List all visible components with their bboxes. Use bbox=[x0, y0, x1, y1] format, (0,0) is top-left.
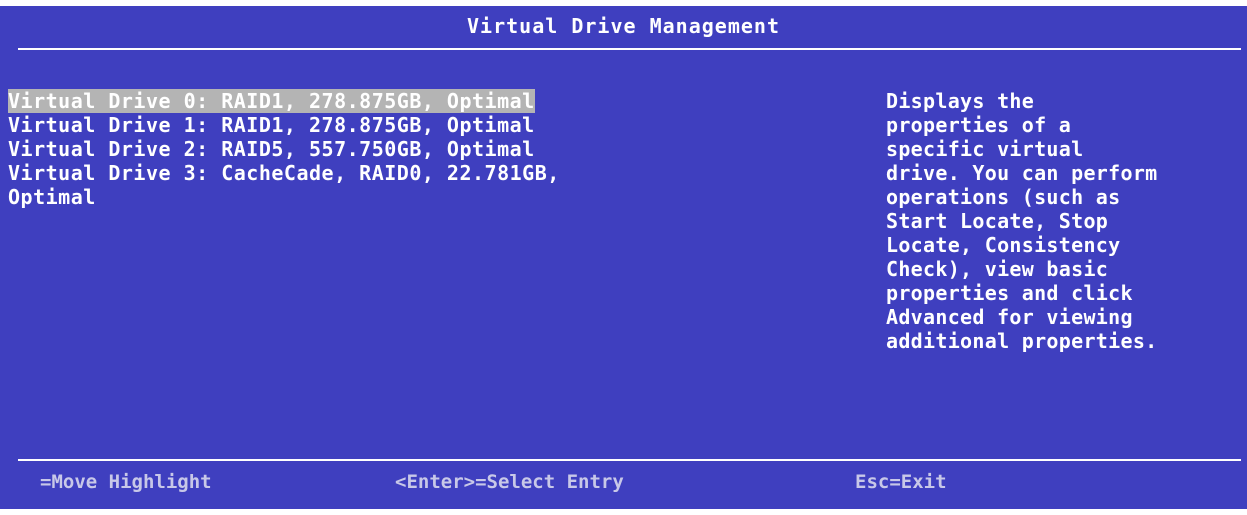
bios-screen: Virtual Drive Management Virtual Drive 0… bbox=[0, 6, 1247, 509]
list-item-label: Virtual Drive 3: CacheCade, RAID0, 22.78… bbox=[8, 161, 560, 209]
virtual-drive-list: Virtual Drive 0: RAID1, 278.875GB, Optim… bbox=[8, 89, 728, 209]
list-item-virtual-drive-0[interactable]: Virtual Drive 0: RAID1, 278.875GB, Optim… bbox=[8, 89, 728, 113]
list-item-label: Virtual Drive 0: RAID1, 278.875GB, Optim… bbox=[8, 89, 535, 113]
help-text-panel: Displays the properties of a specific vi… bbox=[886, 89, 1158, 353]
select-entry-hint: <Enter>=Select Entry bbox=[395, 471, 624, 493]
list-item-label: Virtual Drive 1: RAID1, 278.875GB, Optim… bbox=[8, 113, 535, 137]
footer-divider bbox=[18, 459, 1241, 461]
page-title: Virtual Drive Management bbox=[467, 14, 780, 38]
exit-hint: Esc=Exit bbox=[855, 471, 947, 493]
list-item-virtual-drive-1[interactable]: Virtual Drive 1: RAID1, 278.875GB, Optim… bbox=[8, 113, 728, 137]
header-divider bbox=[18, 48, 1241, 50]
list-item-virtual-drive-2[interactable]: Virtual Drive 2: RAID5, 557.750GB, Optim… bbox=[8, 137, 728, 161]
list-item-label: Virtual Drive 2: RAID5, 557.750GB, Optim… bbox=[8, 137, 535, 161]
move-highlight-hint: =Move Highlight bbox=[40, 471, 212, 493]
list-item-virtual-drive-3[interactable]: Virtual Drive 3: CacheCade, RAID0, 22.78… bbox=[8, 161, 728, 209]
